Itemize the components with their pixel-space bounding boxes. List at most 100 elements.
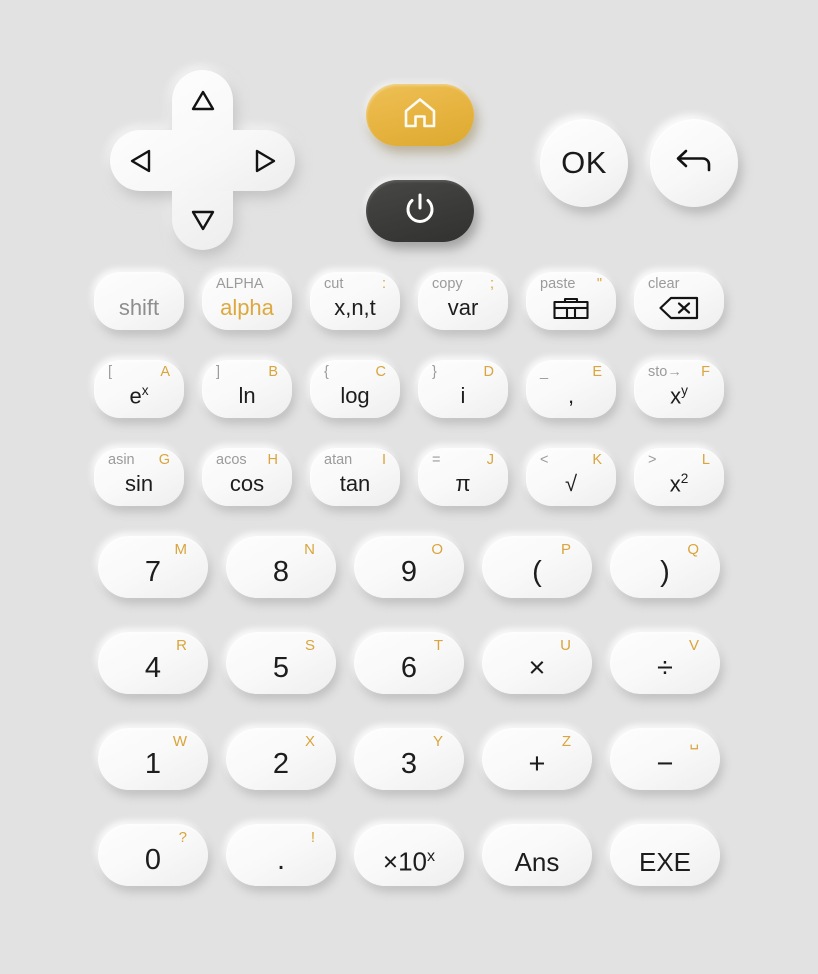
key-backspace[interactable]: clear xyxy=(634,272,724,330)
key-superscript-label: x xyxy=(427,847,436,866)
key-digit-1[interactable]: W1 xyxy=(98,728,208,790)
key-paren-open[interactable]: P( xyxy=(482,536,592,598)
key-main-label: xy xyxy=(670,382,688,408)
key-secondary-left-label: [ xyxy=(108,364,113,380)
key-digit-3[interactable]: Y3 xyxy=(354,728,464,790)
key-secondary-left-label: > xyxy=(648,452,657,468)
key-main-label: 9 xyxy=(400,556,418,588)
key-secondary-right-label: W xyxy=(172,733,187,750)
calculator-keypad: OK shift ALPHA alpha cut: x,n,t copy; var paste… xyxy=(0,0,818,974)
key-secondary-right-label: ! xyxy=(310,829,315,846)
key-secondary-left-label: } xyxy=(432,364,437,380)
key-main-label: ln xyxy=(238,383,256,408)
key-power-xy[interactable]: sto→ Fxy xyxy=(634,360,724,418)
key-main-label: tan xyxy=(339,471,371,496)
key-secondary-right-label: V xyxy=(688,637,699,654)
key-secondary-left-label: copy xyxy=(432,276,463,292)
key-divide[interactable]: V ÷ xyxy=(610,632,720,694)
key-secondary-right-label: U xyxy=(560,637,571,654)
key-square[interactable]: > Lx2 xyxy=(634,448,724,506)
key-superscript-label: 2 xyxy=(680,470,689,486)
key-alpha[interactable]: ALPHA alpha xyxy=(202,272,292,330)
key-secondary-right-label: H xyxy=(267,452,278,468)
key-secondary-left-label: { xyxy=(324,364,329,380)
key-secondary-left-label: clear xyxy=(648,276,680,292)
direction-pad xyxy=(110,70,295,250)
key-main-label: sin xyxy=(124,471,154,496)
key-cos[interactable]: acos Hcos xyxy=(202,448,292,506)
key-secondary-left-label: ] xyxy=(216,364,221,380)
key-multiply[interactable]: U × xyxy=(482,632,592,694)
key-exponent-ten[interactable]: ×10x xyxy=(354,824,464,886)
key-digit-8[interactable]: N8 xyxy=(226,536,336,598)
dpad-down-button[interactable] xyxy=(172,190,233,250)
key-ans[interactable]: Ans xyxy=(482,824,592,886)
power-button[interactable] xyxy=(366,180,474,242)
key-exp[interactable]: [Aex xyxy=(94,360,184,418)
key-main-label: 5 xyxy=(272,652,290,684)
key-main-label: ÷ xyxy=(657,652,673,684)
key-grid: shift ALPHA alpha cut: x,n,t copy; var paste " cl… xyxy=(0,272,818,920)
key-ln[interactable]: ] Bln xyxy=(202,360,292,418)
key-exe[interactable]: EXE xyxy=(610,824,720,886)
key-shift[interactable]: shift xyxy=(94,272,184,330)
key-var[interactable]: copy; var xyxy=(418,272,508,330)
key-sqrt[interactable]: < K √ xyxy=(526,448,616,506)
key-secondary-right-label: N xyxy=(304,541,315,558)
key-digit-0[interactable]: ? 0 xyxy=(98,824,208,886)
key-main-label: 4 xyxy=(144,652,162,684)
key-secondary-right-label: K xyxy=(592,452,602,468)
home-icon xyxy=(402,96,438,135)
home-button[interactable] xyxy=(366,84,474,146)
up-arrow-icon xyxy=(191,90,215,111)
key-secondary-left-label: atan xyxy=(324,452,353,468)
key-log[interactable]: {Clog xyxy=(310,360,400,418)
down-arrow-icon xyxy=(191,210,215,231)
key-secondary-left-label: paste xyxy=(540,276,576,292)
key-secondary-right-label: ; xyxy=(489,276,494,292)
power-icon xyxy=(404,192,436,231)
key-secondary-right-label: S xyxy=(304,637,315,654)
key-minus[interactable]: ␣ − xyxy=(610,728,720,790)
dpad-right-button[interactable] xyxy=(235,130,295,191)
key-main-label: − xyxy=(656,748,674,780)
key-main-label: EXE xyxy=(638,847,692,877)
key-main-label: π xyxy=(455,471,471,496)
key-comma[interactable]: _ E, xyxy=(526,360,616,418)
key-sin[interactable]: asin Gsin xyxy=(94,448,184,506)
key-secondary-right-label: O xyxy=(431,541,443,558)
right-arrow-icon xyxy=(255,149,276,173)
ok-button[interactable]: OK xyxy=(540,119,628,207)
key-pi[interactable]: = Jπ xyxy=(418,448,508,506)
key-digit-9[interactable]: O9 xyxy=(354,536,464,598)
key-toolbox[interactable]: paste " xyxy=(526,272,616,330)
key-main-label: 1 xyxy=(144,748,162,780)
key-digit-5[interactable]: S5 xyxy=(226,632,336,694)
key-secondary-right-label: " xyxy=(596,276,602,292)
back-button[interactable] xyxy=(650,119,738,207)
key-decimal-point[interactable]: !. xyxy=(226,824,336,886)
key-main-label: ×10x xyxy=(382,847,436,877)
dpad-up-button[interactable] xyxy=(172,70,233,130)
key-secondary-right-label: G xyxy=(158,452,170,468)
key-secondary-right-label: M xyxy=(174,541,188,558)
key-main-label: + xyxy=(528,748,546,780)
key-plus[interactable]: Z + xyxy=(482,728,592,790)
ok-label: OK xyxy=(561,145,607,180)
key-paren-close[interactable]: Q) xyxy=(610,536,720,598)
key-digit-7[interactable]: M7 xyxy=(98,536,208,598)
key-secondary-left-label: = xyxy=(432,452,441,468)
key-digit-6[interactable]: T6 xyxy=(354,632,464,694)
key-digit-4[interactable]: R4 xyxy=(98,632,208,694)
key-main-label: 3 xyxy=(400,748,418,780)
key-main-label: 2 xyxy=(272,748,290,780)
key-digit-2[interactable]: X2 xyxy=(226,728,336,790)
key-imaginary[interactable]: } Di xyxy=(418,360,508,418)
key-xnt[interactable]: cut: x,n,t xyxy=(310,272,400,330)
dpad-left-button[interactable] xyxy=(110,130,170,191)
key-secondary-right-label: A xyxy=(160,364,170,380)
key-secondary-right-label: Q xyxy=(687,541,699,558)
key-main-label: × xyxy=(528,652,546,684)
key-tan[interactable]: atan Itan xyxy=(310,448,400,506)
key-secondary-left-label: sto→ xyxy=(648,364,682,380)
